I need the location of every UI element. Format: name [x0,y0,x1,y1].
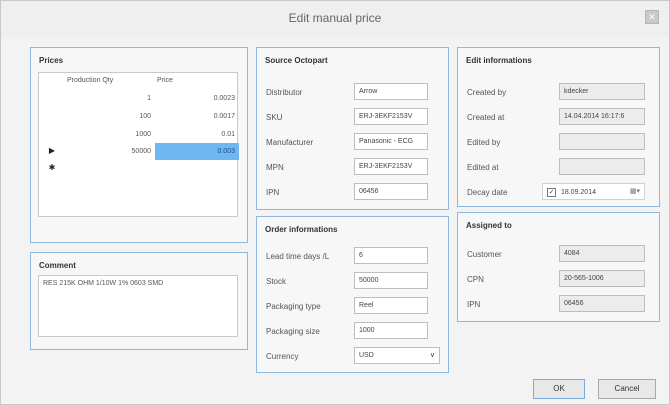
qty-cell[interactable]: 50000 [69,148,151,155]
manufacturer-label: Manufacturer [266,138,314,147]
edit-title: Edit informations [466,56,532,65]
table-row-selected[interactable]: ▶ 50000 0.003 [39,143,239,160]
customer-label: Customer [467,250,502,259]
stock-field[interactable]: 50000 [354,272,428,289]
packaging-type-field[interactable]: Reel [354,297,428,314]
price-cell[interactable]: 0.01 [153,131,235,138]
close-icon[interactable]: ✕ [645,10,659,24]
cpn-row: CPN 20-565-1006 [458,270,659,290]
manufacturer-field[interactable]: Panasonic - ECG [354,133,428,150]
calendar-icon[interactable]: ▦▾ [630,187,640,195]
created-by-row: Created by kdecker [458,83,659,103]
currency-label: Currency [266,352,299,361]
packaging-type-label: Packaging type [266,302,321,311]
customer-row: Customer 4084 [458,245,659,265]
lead-time-row: Lead time days /L 6 [257,247,448,267]
distributor-field[interactable]: Arrow [354,83,428,100]
sku-field[interactable]: ERJ-3EKF2153V [354,108,428,125]
packaging-size-label: Packaging size [266,327,320,336]
created-by-label: Created by [467,88,507,97]
assigned-ipn-row: IPN 06456 [458,295,659,315]
mpn-label: MPN [266,163,284,172]
assigned-ipn-label: IPN [467,300,481,309]
prices-title: Prices [39,56,64,65]
distributor-row: Distributor Arrow [257,83,448,103]
comment-title: Comment [39,261,76,270]
stock-label: Stock [266,277,287,286]
comment-group: Comment RES 215K OHM 1/10W 1% 0603 SMD [30,252,248,350]
assigned-ipn-field: 06456 [559,295,645,312]
mpn-field[interactable]: ERJ-3EKF2153V [354,158,428,175]
edited-by-label: Edited by [467,138,501,147]
sku-row: SKU ERJ-3EKF2153V [257,108,448,128]
lead-time-label: Lead time days /L [266,252,330,261]
price-cell[interactable]: 0.003 [153,148,235,155]
order-informations-group: Order informations Lead time days /L 6 S… [256,216,449,373]
decay-date-label: Decay date [467,188,508,197]
prices-grid[interactable]: Production Qty Price 1 0.0023 100 0.0017… [38,72,239,217]
cpn-label: CPN [467,275,484,284]
price-cell[interactable]: 0.0023 [153,95,235,102]
edit-manual-price-window: Edit manual price ✕ Prices Production Qt… [0,0,670,405]
ipn-row: IPN 06456 [257,183,448,203]
edited-by-field [559,133,645,150]
new-row[interactable]: ✱ [39,161,237,178]
decay-date-value: 18.09.2014 [560,189,596,196]
mpn-row: MPN ERJ-3EKF2153V [257,158,448,178]
currency-value: USD [359,352,374,359]
source-octopart-group: Source Octopart Distributor Arrow SKU ER… [256,47,449,210]
chevron-down-icon[interactable]: ∨ [430,351,435,359]
qty-cell[interactable]: 100 [69,113,151,120]
cancel-button[interactable]: Cancel [598,379,656,399]
decay-date-row: Decay date ✓ 18.09.2014 ▦▾ [458,183,659,203]
comment-textarea[interactable]: RES 215K OHM 1/10W 1% 0603 SMD [38,275,238,337]
price-cell[interactable]: 0.0017 [153,113,235,120]
created-at-field: 14.04.2014 16:17:6 [559,108,645,125]
currency-select[interactable]: USD ∨ [354,347,440,364]
decay-date-picker[interactable]: ✓ 18.09.2014 ▦▾ [542,183,645,200]
packaging-size-field[interactable]: 1000 [354,322,428,339]
assigned-title: Assigned to [466,221,512,230]
edited-at-label: Edited at [467,163,499,172]
qty-cell[interactable]: 1000 [69,131,151,138]
edited-at-field [559,158,645,175]
created-by-field: kdecker [559,83,645,100]
ipn-field[interactable]: 06456 [354,183,428,200]
manufacturer-row: Manufacturer Panasonic - ECG [257,133,448,153]
packaging-size-row: Packaging size 1000 [257,322,448,342]
currency-row: Currency USD ∨ [257,347,448,367]
created-at-row: Created at 14.04.2014 16:17:6 [458,108,659,128]
packaging-type-row: Packaging type Reel [257,297,448,317]
table-row[interactable]: 100 0.0017 [39,108,237,125]
cpn-field: 20-565-1006 [559,270,645,287]
qty-cell[interactable]: 1 [69,95,151,102]
ipn-label: IPN [266,188,280,197]
prices-group: Prices Production Qty Price 1 0.0023 100… [30,47,248,243]
sku-label: SKU [266,113,283,122]
source-title: Source Octopart [265,56,328,65]
window-title: Edit manual price [288,11,382,25]
distributor-label: Distributor [266,88,303,97]
created-at-label: Created at [467,113,505,122]
table-row[interactable]: 1000 0.01 [39,126,237,143]
prices-grid-header: Production Qty Price [39,73,237,89]
stock-row: Stock 50000 [257,272,448,292]
assigned-to-group: Assigned to Customer 4084 CPN 20-565-100… [457,212,660,322]
order-title: Order informations [265,225,338,234]
decay-date-checkbox[interactable]: ✓ [547,188,556,197]
title-bar: Edit manual price ✕ [1,1,669,37]
column-header-qty[interactable]: Production Qty [67,77,113,84]
edited-at-row: Edited at [458,158,659,178]
edited-by-row: Edited by [458,133,659,153]
ok-button[interactable]: OK [533,379,585,399]
column-header-price[interactable]: Price [157,77,173,84]
new-row-icon: ✱ [48,163,56,172]
edit-informations-group: Edit informations Created by kdecker Cre… [457,47,660,207]
customer-field: 4084 [559,245,645,262]
lead-time-field[interactable]: 6 [354,247,428,264]
table-row[interactable]: 1 0.0023 [39,90,237,107]
